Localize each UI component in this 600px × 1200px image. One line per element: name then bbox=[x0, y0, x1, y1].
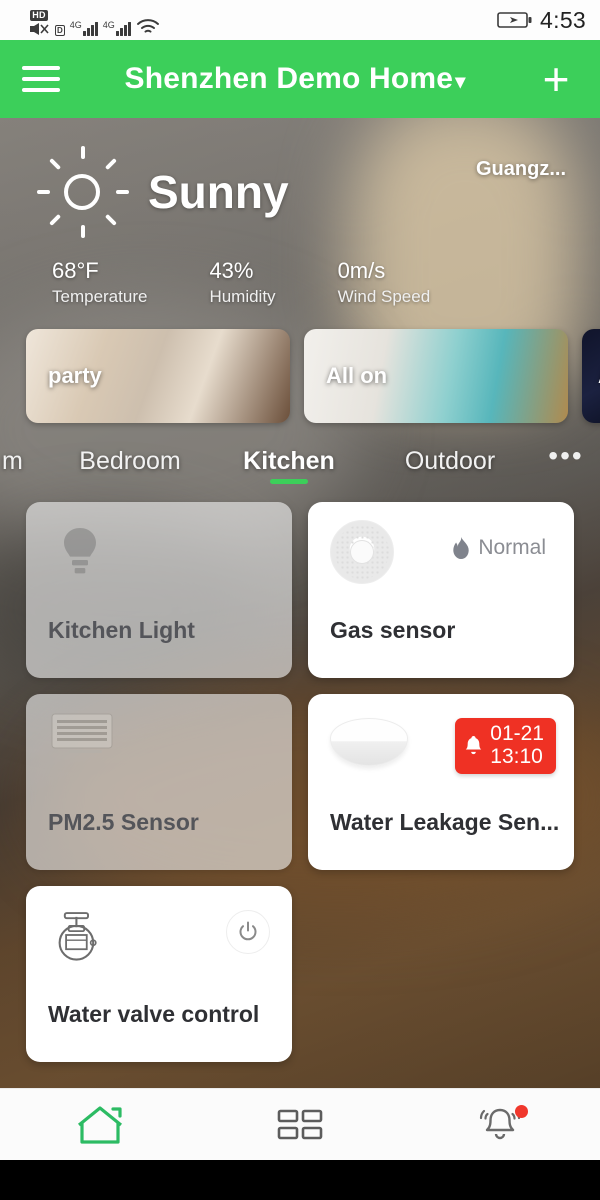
scene-label: All on bbox=[326, 363, 388, 388]
app-root: HD D 4G 4G 4:53 Shenzhen Demo Home ▾ + S… bbox=[0, 0, 600, 1200]
device-name: Gas sensor bbox=[330, 617, 456, 643]
notification-badge bbox=[515, 1105, 528, 1118]
status-bar-left-icons: HD D 4G 4G bbox=[14, 4, 160, 36]
add-device-button[interactable]: + bbox=[534, 56, 578, 102]
device-status-text: Normal bbox=[478, 536, 546, 559]
light-bulb-icon bbox=[64, 528, 96, 574]
device-name: Water Leakage Sen... bbox=[330, 809, 560, 835]
weather-condition: Sunny bbox=[148, 166, 289, 218]
status-bar-time: 4:53 bbox=[540, 6, 586, 33]
weather-city: Guangz... bbox=[476, 158, 566, 180]
hamburger-menu-icon[interactable] bbox=[22, 66, 60, 92]
data-indicator: D bbox=[55, 25, 65, 36]
alarm-timestamp: 01-21 13:10 bbox=[490, 722, 544, 768]
weather-stat-temperature: 68°F Temperature bbox=[52, 258, 147, 307]
signal-4g-icon-2: 4G bbox=[103, 20, 131, 36]
scene-card-next[interactable]: A bbox=[582, 329, 600, 423]
power-icon bbox=[239, 921, 257, 941]
hd-icon: HD bbox=[28, 10, 50, 36]
temperature-value: 68°F bbox=[52, 258, 99, 283]
grid-icon bbox=[277, 1109, 323, 1139]
chevron-down-icon: ▾ bbox=[455, 70, 466, 93]
network-label-2: 4G bbox=[102, 20, 115, 30]
weather-stat-wind: 0m/s Wind Speed bbox=[338, 258, 431, 307]
battery-charging-icon bbox=[497, 12, 532, 28]
room-tab-label: Outdoor bbox=[404, 447, 496, 475]
room-tab-scrolled[interactable]: m bbox=[0, 439, 46, 490]
temperature-label: Temperature bbox=[52, 287, 148, 306]
weather-panel[interactable]: Sunny Guangz... 68°F Temperature 43% Hum… bbox=[0, 118, 600, 307]
network-label-1: 4G bbox=[69, 20, 82, 30]
device-card-header: 01-21 13:10 bbox=[330, 712, 556, 775]
room-tab-label: m bbox=[2, 447, 23, 475]
scene-card-all-on[interactable]: All on bbox=[304, 329, 568, 423]
wind-speed-label: Wind Speed bbox=[337, 287, 431, 306]
wifi-icon bbox=[136, 19, 159, 33]
device-card-water-valve-control[interactable]: Water valve control bbox=[26, 886, 292, 1062]
room-tabs-more-button[interactable]: ••• bbox=[536, 440, 596, 490]
room-tab-outdoor[interactable]: Outdoor bbox=[364, 439, 536, 490]
room-tab-bedroom[interactable]: Bedroom bbox=[46, 439, 214, 490]
bottom-navigation bbox=[0, 1088, 600, 1160]
water-valve-icon bbox=[58, 912, 97, 961]
device-status: Normal bbox=[452, 536, 546, 560]
scene-label: party bbox=[48, 363, 102, 388]
device-card-pm25-sensor[interactable]: PM2.5 Sensor bbox=[26, 694, 292, 870]
alarm-badge: 01-21 13:10 bbox=[455, 718, 556, 775]
room-tab-label: Bedroom bbox=[79, 447, 181, 475]
device-name: Kitchen Light bbox=[48, 617, 195, 643]
main-content: Sunny Guangz... 68°F Temperature 43% Hum… bbox=[0, 118, 600, 1128]
wind-speed-value: 0m/s bbox=[337, 258, 386, 283]
power-toggle-button[interactable] bbox=[226, 910, 270, 954]
active-tab-indicator bbox=[270, 479, 308, 484]
nav-item-notifications[interactable] bbox=[400, 1089, 600, 1160]
bell-icon bbox=[466, 736, 482, 755]
sun-icon bbox=[34, 144, 130, 240]
device-card-water-leakage-sensor[interactable]: 01-21 13:10 Water Leakage Sen... bbox=[308, 694, 574, 870]
pm25-sensor-icon bbox=[51, 713, 113, 753]
device-card-header bbox=[48, 520, 274, 584]
page-title: Shenzhen Demo Home bbox=[124, 62, 454, 95]
humidity-label: Humidity bbox=[209, 287, 276, 306]
flame-icon bbox=[453, 537, 470, 559]
room-tabs[interactable]: m Bedroom Kitchen Outdoor ••• bbox=[0, 423, 600, 490]
device-grid: Kitchen Light Normal Gas sensor PM2.5 Se… bbox=[0, 490, 600, 1062]
gas-sensor-icon bbox=[330, 520, 394, 584]
device-card-kitchen-light[interactable]: Kitchen Light bbox=[26, 502, 292, 678]
signal-4g-icon-1: 4G bbox=[70, 20, 98, 36]
nav-item-grid[interactable] bbox=[200, 1089, 400, 1160]
hd-label: HD bbox=[30, 10, 48, 21]
humidity-value: 43% bbox=[209, 258, 254, 283]
room-tab-kitchen[interactable]: Kitchen bbox=[214, 439, 364, 490]
scene-carousel[interactable]: party All on A bbox=[0, 307, 600, 423]
device-name: PM2.5 Sensor bbox=[48, 809, 199, 835]
system-navigation-bar bbox=[0, 1160, 600, 1200]
no-sound-icon bbox=[30, 23, 49, 35]
device-name: Water valve control bbox=[48, 1001, 260, 1027]
room-tab-label: Kitchen bbox=[243, 447, 335, 475]
status-bar-right: 4:53 bbox=[497, 7, 586, 34]
water-leakage-sensor-icon bbox=[330, 718, 408, 766]
home-selector[interactable]: Shenzhen Demo Home ▾ bbox=[56, 62, 534, 96]
scene-card-party[interactable]: party bbox=[26, 329, 290, 423]
nav-item-home[interactable] bbox=[0, 1089, 200, 1160]
weather-main: Sunny Guangz... bbox=[0, 144, 600, 240]
device-card-header bbox=[48, 904, 274, 966]
device-card-header: Normal bbox=[330, 520, 556, 584]
weather-stats: 68°F Temperature 43% Humidity 0m/s Wind … bbox=[0, 240, 600, 307]
weather-stat-humidity: 43% Humidity bbox=[209, 258, 275, 307]
status-bar: HD D 4G 4G 4:53 bbox=[0, 0, 600, 40]
home-icon bbox=[77, 1105, 123, 1144]
alarm-time: 13:10 bbox=[490, 744, 543, 768]
device-card-gas-sensor[interactable]: Normal Gas sensor bbox=[308, 502, 574, 678]
alarm-date: 01-21 bbox=[490, 722, 544, 745]
device-card-header bbox=[48, 712, 274, 770]
app-bar: Shenzhen Demo Home ▾ + bbox=[0, 40, 600, 118]
